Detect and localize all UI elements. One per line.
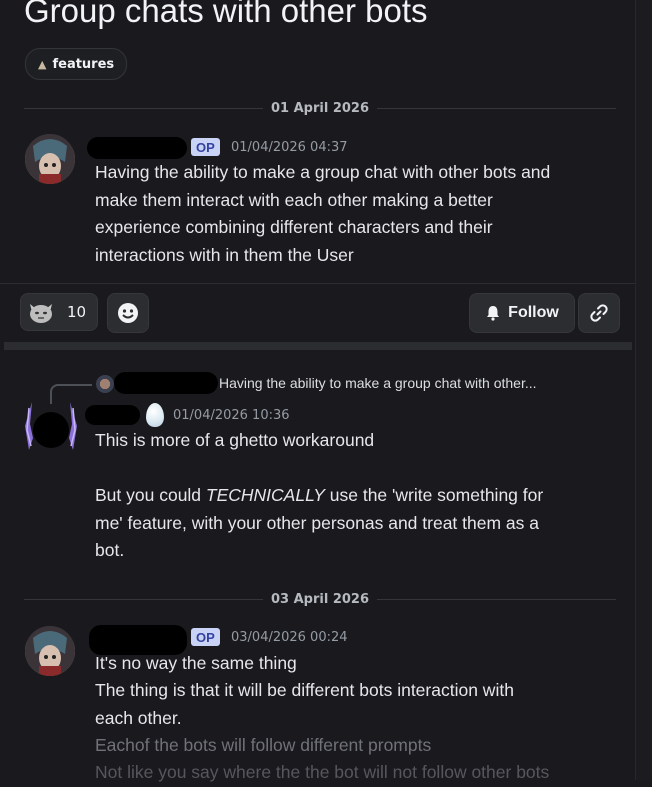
message-line: each other. [95,708,182,728]
message-line: interactions with in them the User [95,245,354,265]
message-line: make them interact with each other makin… [95,190,493,210]
follow-label: Follow [508,304,559,321]
follow-button[interactable]: Follow [469,293,575,333]
emphasis-text: TECHNICALLY [205,485,325,505]
avatar[interactable] [25,134,75,184]
reply-preview-text[interactable]: Having the ability to make a group chat … [219,375,537,391]
tag-label: features [52,56,115,72]
message-line: It's no way the same thing [95,653,297,673]
message-line: Not like you say where the the bot will … [95,762,550,782]
message-line: experience combining different character… [95,217,493,237]
message-line: Eachof the bots will follow different pr… [95,735,432,755]
message-line: me' feature, with your other personas an… [95,513,539,533]
bell-icon [487,306,500,321]
message-line: The thing is that it will be different b… [95,680,514,700]
tag-chip-features[interactable]: ▲ features [25,48,128,80]
post-separator [4,342,632,350]
thread-title: Group chats with other bots [24,0,428,29]
reaction-button[interactable]: 10 [20,293,98,331]
timestamp: 03/04/2026 00:24 [231,630,348,645]
scrollbar-track[interactable] [635,0,652,780]
timestamp: 01/04/2026 04:37 [231,140,348,155]
message-line: But you could TECHNICALLY use the 'write… [95,485,544,505]
reply-avatar [96,375,114,393]
post-actions-bar: 10 Follow [0,283,652,344]
date-label: 01 April 2026 [271,100,370,116]
smile-icon [118,303,138,323]
op-badge: OP [191,138,220,156]
date-divider: 03 April 2026 [24,589,617,609]
date-divider: 01 April 2026 [24,98,617,118]
redacted-username [87,137,187,159]
egg-badge-icon [146,403,164,427]
timestamp: 01/04/2026 10:36 [173,408,290,423]
reaction-count: 10 [67,303,87,321]
add-reaction-button[interactable] [107,293,149,333]
message-line: bot. [95,540,125,560]
redacted-username [85,405,140,425]
op-badge: OP [191,628,220,646]
cat-emoji-icon [30,304,52,323]
avatar[interactable] [20,396,82,458]
rocket-icon: ▲ [38,57,47,71]
message-line: Having the ability to make a group chat … [95,162,551,182]
copy-link-button[interactable] [578,293,620,333]
message-line: This is more of a ghetto workaround [95,430,375,450]
date-label: 03 April 2026 [271,591,370,607]
avatar[interactable] [25,626,75,676]
link-icon [590,304,608,322]
redacted-username [114,372,218,394]
